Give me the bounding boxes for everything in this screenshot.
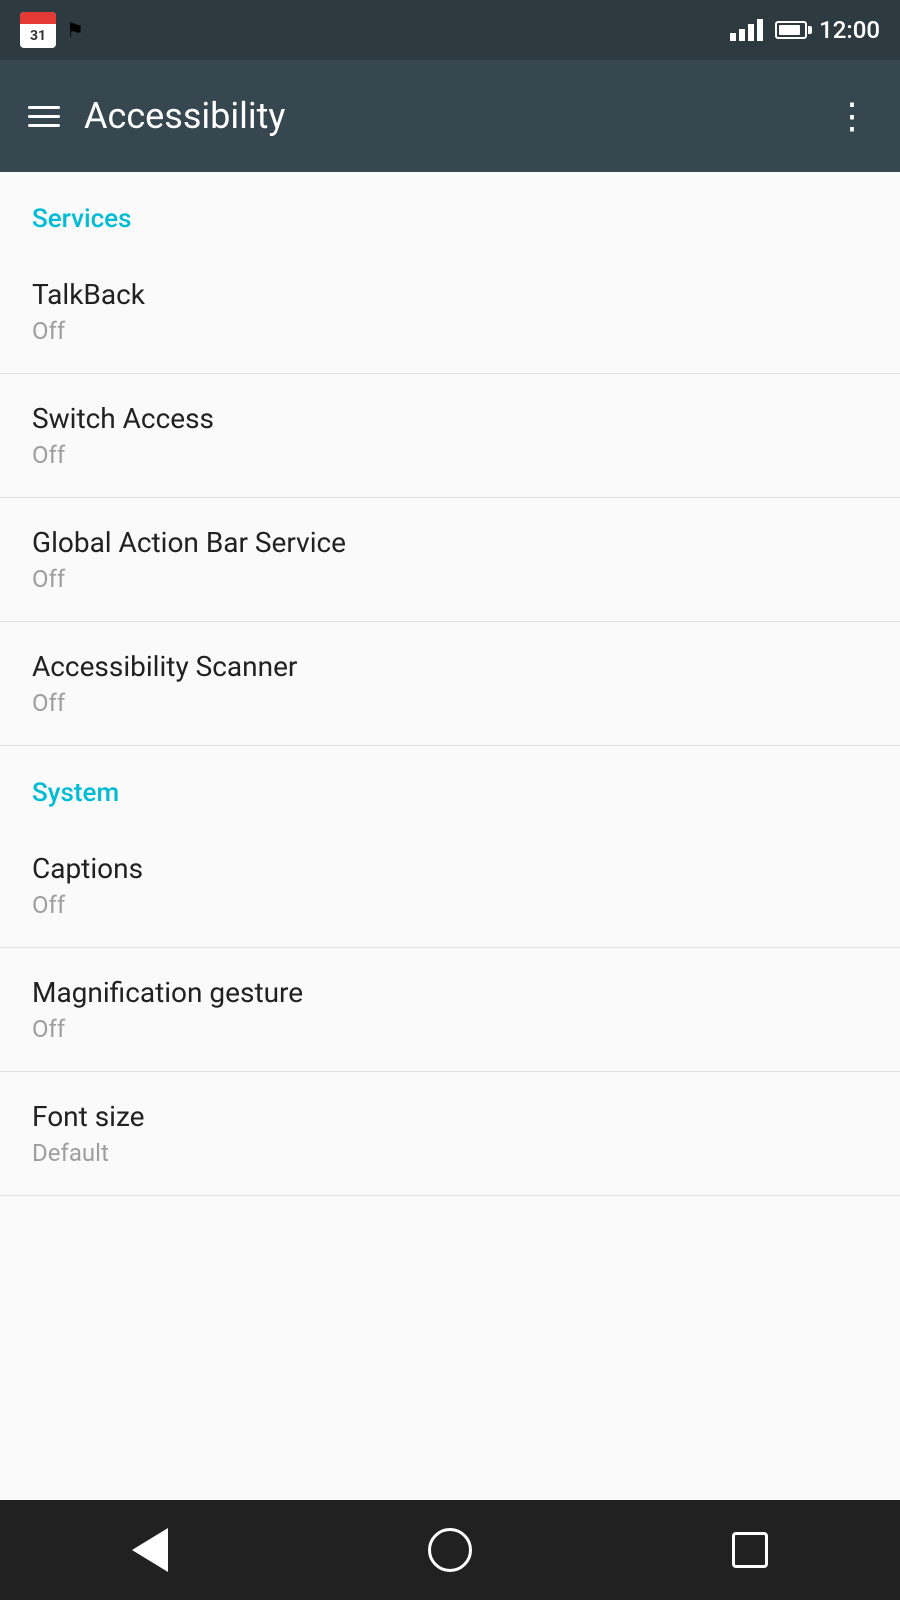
bottom-navigation	[0, 1500, 900, 1600]
battery-icon	[775, 21, 807, 39]
font-size-subtitle: Default	[32, 1139, 868, 1167]
services-section-header: Services	[0, 172, 900, 250]
app-bar-left: Accessibility	[28, 95, 285, 137]
calendar-day: 31	[30, 24, 46, 48]
accessibility-scanner-subtitle: Off	[32, 689, 868, 717]
app-bar: Accessibility ⋮	[0, 60, 900, 172]
status-bar-left: 31 ⚑	[20, 12, 84, 48]
talkback-title: TalkBack	[32, 278, 868, 311]
captions-subtitle: Off	[32, 891, 868, 919]
recents-button[interactable]	[710, 1510, 790, 1590]
switch-access-title: Switch Access	[32, 402, 868, 435]
system-section-header: System	[0, 746, 900, 824]
magnification-gesture-subtitle: Off	[32, 1015, 868, 1043]
switch-access-subtitle: Off	[32, 441, 868, 469]
back-button[interactable]	[110, 1510, 190, 1590]
captions-title: Captions	[32, 852, 868, 885]
switch-access-item[interactable]: Switch Access Off	[0, 374, 900, 498]
status-bar-right: 12:00	[730, 16, 880, 44]
magnification-gesture-item[interactable]: Magnification gesture Off	[0, 948, 900, 1072]
captions-item[interactable]: Captions Off	[0, 824, 900, 948]
global-action-bar-subtitle: Off	[32, 565, 868, 593]
global-action-bar-title: Global Action Bar Service	[32, 526, 868, 559]
accessibility-scanner-title: Accessibility Scanner	[32, 650, 868, 683]
font-size-title: Font size	[32, 1100, 868, 1133]
status-bar: 31 ⚑ 12:00	[0, 0, 900, 60]
flag-icon: ⚑	[66, 18, 84, 42]
home-button[interactable]	[410, 1510, 490, 1590]
magnification-gesture-title: Magnification gesture	[32, 976, 868, 1009]
calendar-icon-top	[20, 12, 56, 24]
font-size-item[interactable]: Font size Default	[0, 1072, 900, 1196]
accessibility-scanner-item[interactable]: Accessibility Scanner Off	[0, 622, 900, 746]
home-icon	[428, 1528, 472, 1572]
signal-icon	[730, 19, 763, 41]
talkback-subtitle: Off	[32, 317, 868, 345]
menu-button[interactable]	[28, 106, 60, 127]
global-action-bar-item[interactable]: Global Action Bar Service Off	[0, 498, 900, 622]
settings-content: Services TalkBack Off Switch Access Off …	[0, 172, 900, 1600]
back-icon	[132, 1528, 168, 1572]
status-time: 12:00	[819, 16, 880, 44]
talkback-item[interactable]: TalkBack Off	[0, 250, 900, 374]
recents-icon	[732, 1532, 768, 1568]
more-options-button[interactable]: ⋮	[834, 95, 872, 137]
calendar-icon: 31	[20, 12, 56, 48]
page-title: Accessibility	[84, 95, 285, 137]
